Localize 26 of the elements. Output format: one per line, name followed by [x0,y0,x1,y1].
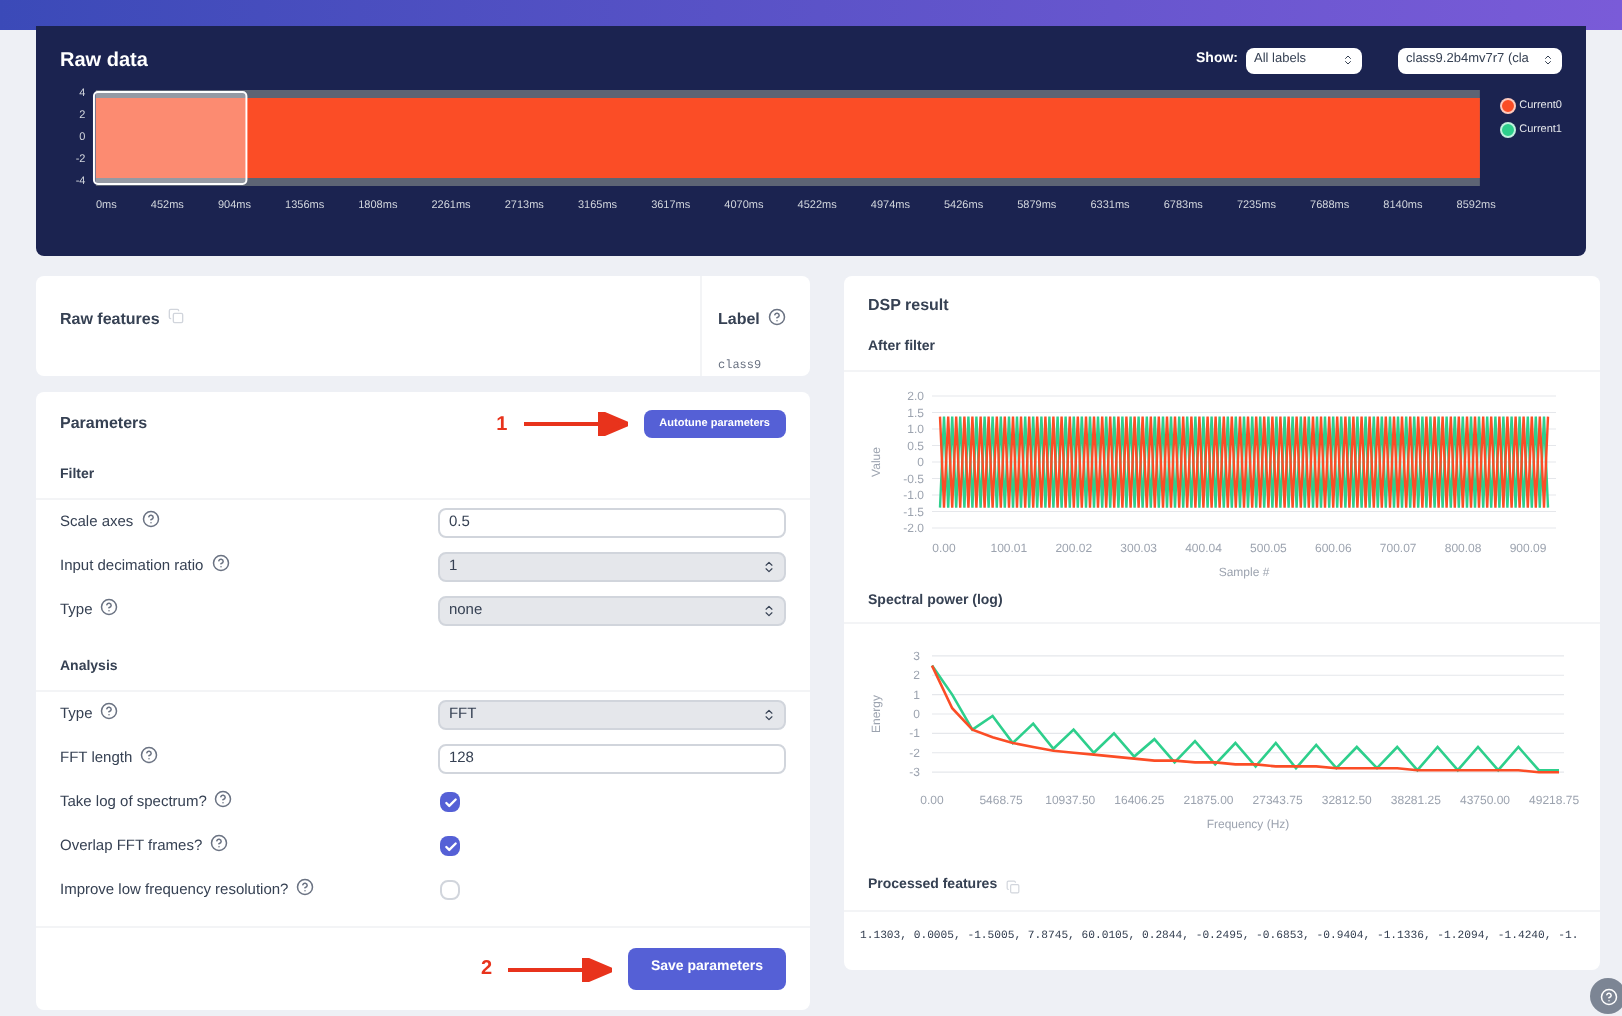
step-number: 2 [480,956,492,984]
panel-title: Raw data [60,47,148,75]
checkbox[interactable] [440,880,460,900]
card-title: Label [718,310,760,328]
help-icon [1599,987,1617,1005]
arrow-icon [508,957,612,981]
help-icon[interactable] [296,878,315,897]
arrow-icon [523,412,628,436]
help-icon[interactable] [767,308,786,326]
chevron-icon [762,603,776,617]
help-icon[interactable] [214,790,233,809]
card-title: DSP result [866,294,951,318]
help-icon[interactable] [100,702,119,721]
chevron-icon [762,707,776,721]
help-icon[interactable] [100,598,119,617]
checkbox[interactable] [440,836,460,856]
help-icon[interactable] [141,510,160,529]
help-button[interactable] [1590,978,1622,1014]
help-icon[interactable] [140,746,159,765]
chevron-icon [762,559,776,573]
help-icon[interactable] [210,834,229,853]
card-title: Parameters [60,412,148,436]
checkbox[interactable] [440,792,460,812]
card-title: Raw features [60,310,160,328]
step-number: 1 [496,411,508,439]
help-icon[interactable] [211,554,230,573]
